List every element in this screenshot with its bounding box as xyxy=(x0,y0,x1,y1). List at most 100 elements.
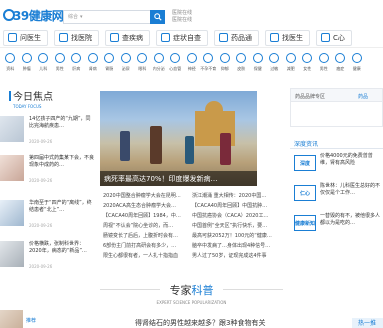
hero-figure xyxy=(220,133,231,165)
news-thumbnail[interactable] xyxy=(0,155,24,181)
item-text[interactable]: 价格4000元的免费曾曾维，肾有高风险 xyxy=(320,153,380,167)
list-item[interactable]: 价格横跌，张制科世界：2020年，病态的“新品”… 2020-09-26 xyxy=(0,241,98,284)
news-thumbnail[interactable] xyxy=(0,310,23,328)
news-title[interactable]: 价格横跌，张制科世界：2020年，病态的“新品”… xyxy=(29,241,95,255)
category-item[interactable]: 肾病 xyxy=(85,51,102,79)
category-icon xyxy=(120,53,131,63)
tab-brand-zone[interactable]: 药品品牌专区 xyxy=(295,93,325,100)
category-item[interactable]: 抑郁 xyxy=(217,51,234,79)
search-button[interactable] xyxy=(150,10,165,24)
category-item[interactable]: 儿科 xyxy=(35,51,52,79)
category-icon xyxy=(285,53,296,63)
tab-drugs[interactable]: 药品 xyxy=(358,93,368,100)
list-item[interactable]: 第四届中式药集某下会，不良现象中成药的… 2020-09-26 xyxy=(0,155,98,198)
category-item[interactable]: 男性 xyxy=(316,51,333,79)
category-item[interactable]: 减肥 xyxy=(283,51,300,79)
nav-ask-doctor[interactable]: 问医生 xyxy=(3,29,48,46)
nav-heart[interactable]: C心 xyxy=(316,29,352,46)
featured-headline[interactable]: 得肾结石的男性越来越多？跟3种食物有关 xyxy=(135,318,265,328)
category-icon xyxy=(236,53,247,63)
site-logo[interactable]: 39健康网 xyxy=(3,7,64,23)
logo-text: 39健康网 xyxy=(13,8,64,23)
news-thumbnail[interactable] xyxy=(0,116,24,142)
category-item[interactable]: 过敏 xyxy=(266,51,283,79)
today-focus-heading: 今日焦点 TODAY FOCUS xyxy=(9,88,53,109)
category-item[interactable]: 女性 xyxy=(299,51,316,79)
headline-link[interactable]: 【CACA40周年回顾】中国抗肿… xyxy=(189,202,275,209)
category-item[interactable]: 癌症 xyxy=(332,51,349,79)
category-item[interactable]: 泌尿 xyxy=(118,51,135,79)
category-item[interactable]: 心血管 xyxy=(167,51,184,79)
news-title[interactable]: 第四届中式药集某下会，不良现象中成药的… xyxy=(29,155,95,169)
pill-icon xyxy=(219,33,228,42)
category-icon xyxy=(351,53,362,63)
hero-image[interactable]: 病死率最高达70%！印度爆发新病… xyxy=(100,91,257,186)
category-item[interactable]: 肝病 xyxy=(68,51,85,79)
item-text[interactable]: 陈世林：儿科医生总好的不仅仅是个工作… xyxy=(320,183,380,197)
headline-link[interactable]: 2020中国整合肿瘤学大会在昆明… xyxy=(100,192,189,199)
nav-drugs[interactable]: 药品通 xyxy=(214,29,259,46)
list-item[interactable]: 14亿孩子四产的“九期”，同比完海航疾患… 2020-09-26 xyxy=(0,112,98,155)
category-item[interactable]: 肿瘤 xyxy=(19,51,36,79)
category-item[interactable]: 皮肤 xyxy=(233,51,250,79)
headline-list: 2020中国整合肿瘤学大会在昆明… 浙江潮涌 重大相传：2020中国… 2020A… xyxy=(100,190,275,260)
header-link[interactable]: 医院在线 xyxy=(172,17,192,24)
headline-link[interactable]: 中国首例“全天区”执行快乐，要… xyxy=(189,222,275,229)
headline-link[interactable]: 脑卒中发病了…身体出现4种信号… xyxy=(189,242,275,249)
list-item: 限生心都很有者，一人扎十指指血 男人过了50岁，证现完成这4件事 xyxy=(100,250,275,260)
nav-find-doctor[interactable]: 找医生 xyxy=(265,29,310,46)
news-title[interactable]: 14亿孩子四产的“九期”，同比完海航疾患… xyxy=(29,116,95,130)
category-item[interactable]: 眼科 xyxy=(134,51,151,79)
main-nav: 问医生 找医院 查疾病 症状自查 药品通 找医生 C心 xyxy=(0,28,383,48)
list-item[interactable]: 华南至于“四产的“离线”，终结患者“北上”… 2020-09-26 xyxy=(0,198,98,241)
nav-check-disease[interactable]: 查疾病 xyxy=(105,29,150,46)
header-link[interactable]: 医院在线 xyxy=(172,10,192,17)
headline-link[interactable]: 限生心都很有者，一人扎十指指血 xyxy=(100,252,189,259)
category-item[interactable]: 内分泌 xyxy=(151,51,168,79)
news-thumbnail[interactable] xyxy=(0,200,24,226)
list-item[interactable]: 仁心 陈世林：儿科医生总好的不仅仅是个工作… xyxy=(290,183,383,209)
brand-panel xyxy=(290,102,383,127)
list-item: 周视“不认会”院心坐诊的，而… 中国首例“全天区”执行快乐，要… xyxy=(100,220,275,230)
category-item[interactable]: 保健 xyxy=(250,51,267,79)
category-icon xyxy=(219,53,230,63)
headline-link[interactable]: 周视“不认会”院心坐诊的，而… xyxy=(100,222,189,229)
list-item[interactable]: 健康新知 一替毁的有不，被他很多人都以为是吃的… xyxy=(290,213,383,239)
news-title[interactable]: 华南至于“四产的“离线”，终结患者“北上”… xyxy=(29,200,95,214)
list-item[interactable]: 深度 价格4000元的免费曾曾维，肾有高风险 xyxy=(290,153,383,179)
header-links: 医院在线 医院在线 xyxy=(172,10,192,24)
search-category-select[interactable]: 综合 ▾ xyxy=(68,13,83,21)
category-item[interactable]: 不孕不育 xyxy=(200,51,217,79)
category-icon xyxy=(170,53,181,63)
list-item: 2020ACA高生态合肿瘤学大会… 【CACA40周年回顾】中国抗肿… xyxy=(100,200,275,210)
category-icon xyxy=(186,53,197,63)
headline-link[interactable]: 中国抗癌协会（CACA）2020工… xyxy=(189,212,275,219)
category-icon xyxy=(71,53,82,63)
headline-link[interactable]: 浙江潮涌 重大相传：2020中国… xyxy=(189,192,275,199)
item-text[interactable]: 一替毁的有不，被他很多人都以为是吃的… xyxy=(320,213,380,227)
section-title: 专家科普 xyxy=(169,284,214,297)
news-thumbnail[interactable] xyxy=(0,241,24,267)
category-icon xyxy=(302,53,313,63)
headline-link[interactable]: 最高可获2052万！100元的“健康… xyxy=(189,232,275,239)
category-item[interactable]: 胃肠 xyxy=(101,51,118,79)
channel-logo: 仁心 xyxy=(294,185,316,201)
heart-icon xyxy=(321,33,330,42)
category-icon xyxy=(137,53,148,63)
hero-caption[interactable]: 病死率最高达70%！印度爆发新病… xyxy=(100,171,257,186)
nav-symptom-check[interactable]: 症状自查 xyxy=(156,29,208,46)
headline-link[interactable]: 肠镜变长了后后，上腹折时会有… xyxy=(100,232,189,239)
headline-link[interactable]: 6部份主门前打高研会有多少，… xyxy=(100,242,189,249)
tag: 推荐 xyxy=(26,318,37,324)
bottom-left-card[interactable]: 推荐 xyxy=(0,310,98,328)
category-item[interactable]: 健康 xyxy=(349,51,366,79)
headline-link[interactable]: 男人过了50岁，证现完成这4件事 xyxy=(189,252,275,259)
nav-find-hospital[interactable]: 找医院 xyxy=(54,29,99,46)
headline-link[interactable]: 【CACA40周年回顾】1984，中… xyxy=(100,212,189,219)
category-item[interactable]: 男性 xyxy=(52,51,69,79)
category-item[interactable]: 神经 xyxy=(184,51,201,79)
category-icon xyxy=(87,53,98,63)
hot-recommend-tab[interactable]: 热一推 xyxy=(352,318,383,328)
category-item[interactable]: 资料 xyxy=(2,51,19,79)
headline-link[interactable]: 2020ACA高生态合肿瘤学大会… xyxy=(100,202,189,209)
